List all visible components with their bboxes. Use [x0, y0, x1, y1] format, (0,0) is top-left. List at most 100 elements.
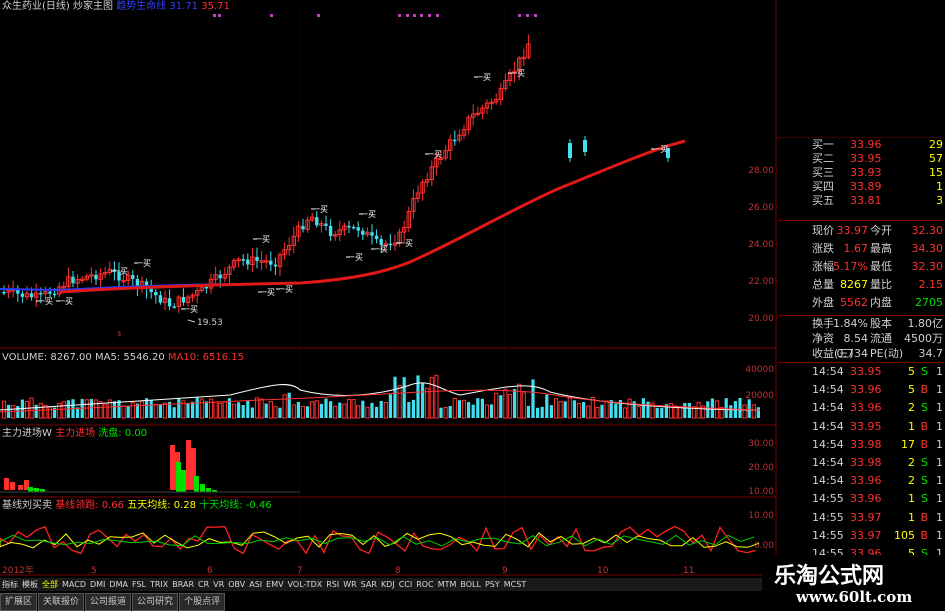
volume-bar — [434, 374, 439, 419]
indicator-tab[interactable]: KDJ — [379, 578, 397, 591]
trade-volume: 2 — [908, 474, 915, 488]
volume-bar — [724, 398, 728, 418]
order-book-row[interactable]: 买五 33.81 3 — [778, 194, 945, 208]
indicator-tab[interactable]: 模板 — [20, 578, 40, 591]
volume-bar — [507, 394, 513, 419]
capital-bar-green — [176, 462, 181, 492]
indicator-tab[interactable]: FSL — [130, 578, 148, 591]
indicator-tab[interactable]: VR — [211, 578, 226, 591]
panel-divider — [778, 315, 945, 316]
stock-name: 众生药业(日线) — [2, 1, 70, 12]
stats-label: 换手 — [812, 317, 834, 330]
volume-bar — [314, 400, 319, 419]
volume-bar — [402, 377, 406, 418]
indicator-tab[interactable]: SAR — [359, 578, 379, 591]
indicator-tab[interactable]: WR — [341, 578, 358, 591]
quote-row: 涨跌 1.67 最高 34.30 — [778, 242, 945, 256]
trade-side: S — [921, 365, 928, 378]
indicator-tab[interactable]: 全部 — [40, 578, 60, 591]
volume-bar — [388, 394, 392, 418]
volume-bar — [567, 397, 572, 419]
indicator-tab[interactable]: OBV — [226, 578, 247, 591]
indicator-tab[interactable]: 指标 — [0, 578, 20, 591]
volume-bar — [655, 407, 659, 418]
volume-bar — [310, 401, 315, 419]
indicator-tab[interactable]: MCST — [502, 578, 528, 591]
candle-body — [172, 306, 176, 308]
indicator-tab[interactable]: ASI — [247, 578, 264, 591]
order-book-row[interactable]: 买四 33.89 1 — [778, 180, 945, 194]
date-tick-label: 2012年 — [2, 564, 34, 576]
order-book-row[interactable]: 买二 33.95 57 — [778, 152, 945, 166]
trade-count: 1 — [936, 474, 943, 488]
indicator-tab[interactable]: TRIX — [148, 578, 170, 591]
indicator-tab[interactable]: BOLL — [458, 578, 483, 591]
quote-label: 总量 — [812, 278, 834, 291]
candle-body — [2, 292, 6, 294]
watermark-title: 乐淘公式网 — [774, 564, 885, 589]
lifeline-value2: 35.71 — [201, 1, 230, 12]
extension-tab[interactable]: 公司报道 — [85, 593, 132, 611]
order-book-row[interactable]: 买三 33.93 15 — [778, 166, 945, 180]
volume-bar — [356, 405, 361, 419]
volume-bar — [627, 398, 632, 419]
extension-tab[interactable]: 个股点评 — [179, 593, 226, 611]
indicator-tab[interactable]: DMI — [88, 578, 107, 591]
volume-bar — [282, 394, 287, 419]
candle-body — [583, 140, 587, 152]
trade-side: B — [920, 383, 928, 397]
date-tick-label: 6 — [207, 566, 213, 576]
volume-bar — [375, 406, 379, 418]
trade-row: 14:54 33.96 5 B 1 — [778, 383, 945, 397]
extension-tab[interactable]: 扩展区 — [0, 593, 38, 611]
capital-bar-red — [186, 440, 191, 490]
indicator-tab[interactable]: CR — [196, 578, 211, 591]
indicator-tab[interactable]: MACD — [60, 578, 88, 591]
order-book-row[interactable]: 买一 33.96 29 — [778, 138, 945, 152]
volume-bar — [98, 401, 103, 419]
indicator-tab[interactable]: EMV — [264, 578, 285, 591]
indicator-tab[interactable]: PSY — [483, 578, 502, 591]
trade-price: 33.97 — [850, 510, 882, 524]
trade-price: 33.98 — [850, 456, 882, 469]
bid-label: 买五 — [812, 194, 834, 207]
indicator-tab[interactable]: MTM — [436, 578, 459, 591]
trade-row: 14:54 33.95 1 B 1 — [778, 420, 945, 434]
volume-bar — [660, 407, 664, 418]
volume-bar — [246, 400, 250, 418]
stats-label: 流通 — [870, 332, 892, 345]
volume-bar — [324, 398, 328, 418]
price-tick-label: 28.00 — [748, 166, 774, 176]
extension-tab[interactable]: 公司研究 — [132, 593, 179, 611]
price-tick-label: 20.00 — [748, 314, 774, 324]
trade-row: 14:54 33.96 2 S 1 — [778, 474, 945, 488]
trade-row: 14:54 33.98 17 B 1 — [778, 438, 945, 452]
quote-label: 今开 — [870, 224, 892, 237]
indicator-tab[interactable]: CCI — [397, 578, 415, 591]
stats-value: 8.54 — [843, 332, 869, 345]
candle-body — [453, 139, 457, 142]
extension-tab[interactable]: 关联报价 — [38, 593, 85, 611]
volume-bar — [195, 397, 199, 418]
candle-body — [204, 286, 209, 289]
volume-bar — [306, 406, 310, 418]
quote-row: 总量 8267 量比 2.15 — [778, 278, 945, 292]
indicator-tab[interactable]: DMA — [107, 578, 130, 591]
volume-bar — [333, 405, 338, 419]
volume-bar — [273, 406, 278, 419]
candle-body — [94, 274, 98, 280]
watermark: 乐淘公式网 www.60lt.com — [762, 555, 945, 609]
trade-time: 14:54 — [812, 365, 844, 378]
indicator-tab[interactable]: VOL-TDX — [286, 578, 325, 591]
volume-header: VOLUME: 8267.00 MA5: 5546.20 MA10: 6516.… — [2, 352, 244, 364]
trade-time: 14:55 — [812, 492, 844, 506]
indicator-tab[interactable]: BRAR — [170, 578, 196, 591]
indicator-tab[interactable]: RSI — [324, 578, 341, 591]
volume-bar — [416, 375, 420, 418]
volume-bar — [586, 405, 591, 419]
volume-bar — [162, 402, 168, 419]
volume-bar — [291, 404, 296, 419]
quote-label: 外盘 — [812, 296, 834, 309]
indicator-tab[interactable]: ROC — [414, 578, 435, 591]
candle-body — [181, 297, 186, 303]
